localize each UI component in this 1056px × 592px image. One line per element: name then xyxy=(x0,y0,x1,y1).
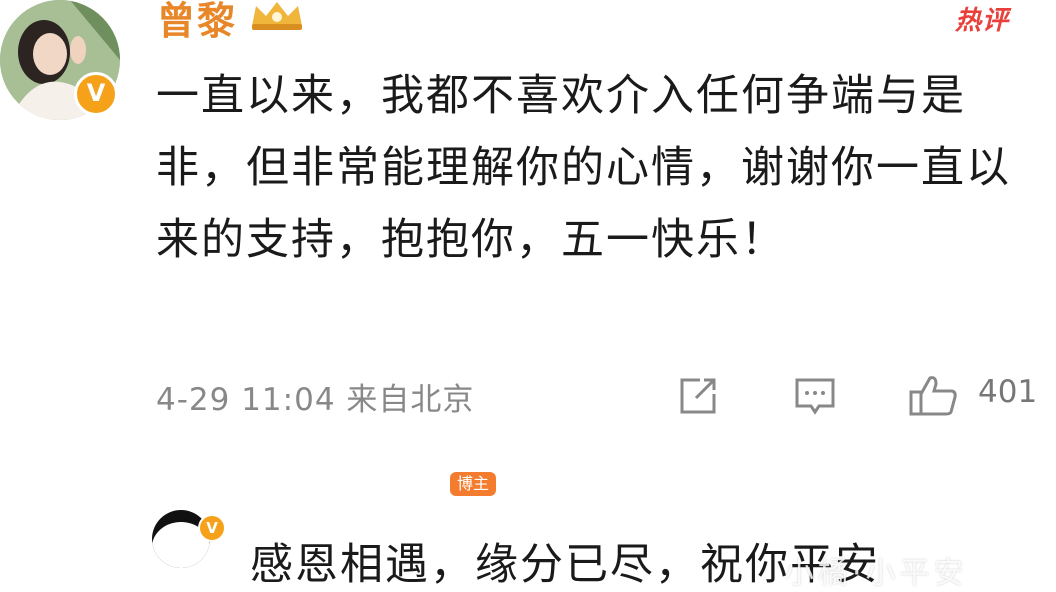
reply-verified-badge-icon: V xyxy=(198,514,226,542)
comment-text: 一直以来，我都不喜欢介入任何争端与是非，但非常能理解你的心情，谢谢你一直以来的支… xyxy=(156,71,1011,265)
location: 来自北京 xyxy=(346,382,475,418)
crown-badge-icon xyxy=(252,2,302,30)
comment-meta: 4-29 11:04 来自北京 xyxy=(156,374,474,419)
comment-button[interactable] xyxy=(793,374,837,418)
thumbs-up-icon xyxy=(909,376,957,416)
like-button[interactable] xyxy=(908,374,960,418)
timestamp: 4-29 11:04 xyxy=(156,382,336,418)
verified-badge-icon: V xyxy=(74,72,118,116)
share-button[interactable] xyxy=(676,374,720,418)
blogger-tag: 博主 xyxy=(450,472,497,496)
share-icon xyxy=(680,378,716,414)
like-count: 401 xyxy=(978,374,1038,410)
comment-icon xyxy=(795,378,835,415)
username[interactable]: 曾黎 xyxy=(157,0,237,45)
watermark: 小橘·小平安 xyxy=(784,556,968,591)
hot-comment-tag: 热评 xyxy=(955,6,1010,36)
